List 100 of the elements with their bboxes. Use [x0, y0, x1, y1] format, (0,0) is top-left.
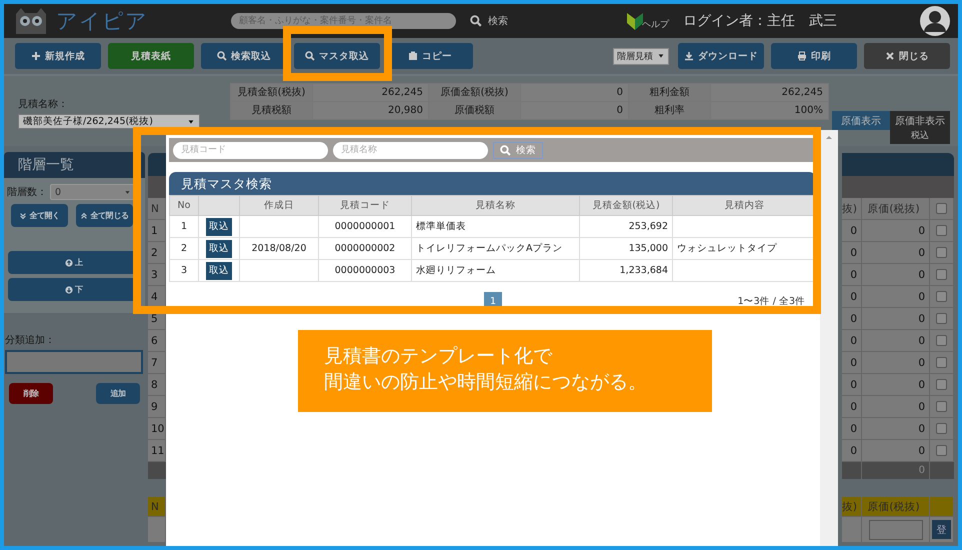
depth-select[interactable]: 0	[50, 184, 136, 200]
summary-label: 見積金額(税抜)	[231, 84, 313, 102]
summary-value: 0	[521, 84, 629, 102]
search-button[interactable]: 検索	[470, 14, 508, 28]
summary-label: 見積税額	[231, 102, 313, 120]
tree-button[interactable]: 削除	[9, 383, 53, 404]
summary-value: 100%	[711, 102, 829, 120]
view-select-value: 階層見積	[617, 50, 653, 62]
search-icon	[217, 51, 227, 61]
import-button[interactable]: 取込	[206, 218, 232, 236]
table-cell: 0	[842, 374, 862, 396]
table-cell: 0	[862, 352, 930, 374]
column-header: 見積金額(税込)	[580, 196, 672, 216]
double-chevron-up-icon	[80, 212, 88, 220]
document-icon	[408, 51, 418, 61]
row-checkbox[interactable]	[936, 335, 947, 346]
panel-header: 階層一覧	[4, 152, 145, 178]
toolbar-button[interactable]: 閉じる	[864, 43, 950, 69]
toolbar-button[interactable]: ダウンロード	[678, 43, 764, 69]
row-number: 9	[148, 396, 166, 418]
toolbar-button[interactable]: 印刷	[771, 43, 857, 69]
select-all-checkbox[interactable]	[936, 203, 947, 214]
table-toolbar-band	[148, 176, 166, 198]
arrow-up-circle-icon	[65, 258, 74, 266]
leaf-icon[interactable]	[626, 11, 644, 31]
summary-label: 原価税額	[429, 102, 521, 120]
tree-button[interactable]: 全て開く	[11, 204, 68, 227]
summary-label: 原価金額(税抜)	[429, 84, 521, 102]
table-cell	[148, 517, 166, 543]
table-cell: 0	[842, 264, 862, 286]
column-header: No	[170, 196, 198, 216]
table-cell: 0	[862, 330, 930, 352]
estimate-name-select[interactable]: 磯部美佐子様/262,245(税抜)	[18, 114, 200, 129]
row-number: 10	[148, 418, 166, 440]
column-header: 見積コード	[318, 196, 412, 216]
import-button[interactable]: 取込	[206, 262, 232, 280]
row-checkbox[interactable]	[936, 247, 947, 258]
table-cell: 0	[842, 220, 862, 242]
toolbar-button[interactable]: マスタ取込	[294, 43, 380, 69]
table-cell: 0	[862, 374, 930, 396]
summary-value: 262,245	[711, 84, 829, 102]
search-field[interactable]: 見積名称	[333, 142, 488, 158]
caret-icon	[187, 118, 195, 126]
register-button[interactable]: 登	[932, 520, 951, 539]
row-checkbox[interactable]	[936, 379, 947, 390]
row-checkbox[interactable]	[936, 313, 947, 324]
column-header: 原価(税抜)	[862, 198, 930, 220]
depth-label: 階層数：	[7, 186, 47, 199]
app-logo: アイピア	[56, 8, 148, 35]
row-number: 1	[148, 220, 166, 242]
row-checkbox[interactable]	[936, 225, 947, 236]
table-cell: 0	[842, 242, 862, 264]
table-cell: 2	[170, 238, 198, 260]
help-link[interactable]: ヘルプ	[642, 18, 669, 31]
column-header: N	[148, 198, 166, 220]
table-cell: 水廻りリフォーム	[412, 260, 580, 282]
summary-label: 粗利率	[629, 102, 711, 120]
row-checkbox[interactable]	[936, 291, 947, 302]
column-header: 抜)	[842, 198, 862, 220]
result-count: 1〜3件 / 全3件	[738, 294, 805, 308]
search-icon	[305, 51, 315, 61]
login-user: ログイン者：主任 武三	[683, 12, 837, 30]
category-input-field[interactable]	[5, 350, 143, 374]
toolbar-button[interactable]: 新規作成	[15, 43, 101, 69]
cost-input-field[interactable]	[868, 520, 922, 540]
cost-toggle-button[interactable]: 原価表示	[832, 111, 890, 130]
table-cell: 3	[170, 260, 198, 282]
table-cell: 標準単価表	[412, 216, 580, 238]
column-header: N	[148, 497, 166, 517]
tree-button[interactable]: 全て閉じる	[76, 204, 133, 227]
toolbar-button[interactable]: 見積表紙	[108, 43, 194, 69]
table-cell: 1,233,684	[580, 260, 672, 282]
row-checkbox[interactable]	[936, 423, 947, 434]
table-cell: 2018/08/20	[240, 238, 318, 260]
row-number: 7	[148, 352, 166, 374]
view-select[interactable]: 階層見積	[613, 48, 669, 64]
estimate-name-label: 見積名称：	[18, 98, 69, 111]
table-cell: 0	[842, 418, 862, 440]
search-icon	[470, 15, 482, 27]
table-cell: 0	[842, 440, 862, 462]
row-number: 2	[148, 242, 166, 264]
row-checkbox[interactable]	[936, 357, 947, 368]
table-cell: 0	[862, 308, 930, 330]
table-cell: 0	[862, 418, 930, 440]
callout-text: 見積書のテンプレート化で	[324, 344, 552, 369]
column-header: 作成日	[240, 196, 318, 216]
import-button[interactable]: 取込	[206, 240, 232, 258]
row-checkbox[interactable]	[936, 269, 947, 280]
caret-icon	[657, 52, 665, 60]
table-cell: 1	[170, 216, 198, 238]
search-field[interactable]: 見積コード	[173, 142, 328, 158]
row-number: 8	[148, 374, 166, 396]
download-icon	[684, 51, 694, 61]
row-checkbox[interactable]	[936, 401, 947, 412]
cost-toggle-button[interactable]: 原価非表示	[890, 111, 950, 130]
column-header: 抜)	[842, 497, 862, 517]
close-icon	[885, 51, 895, 61]
avatar-icon[interactable]	[920, 6, 950, 36]
row-checkbox[interactable]	[936, 445, 947, 456]
tree-button[interactable]: 追加	[96, 383, 140, 404]
